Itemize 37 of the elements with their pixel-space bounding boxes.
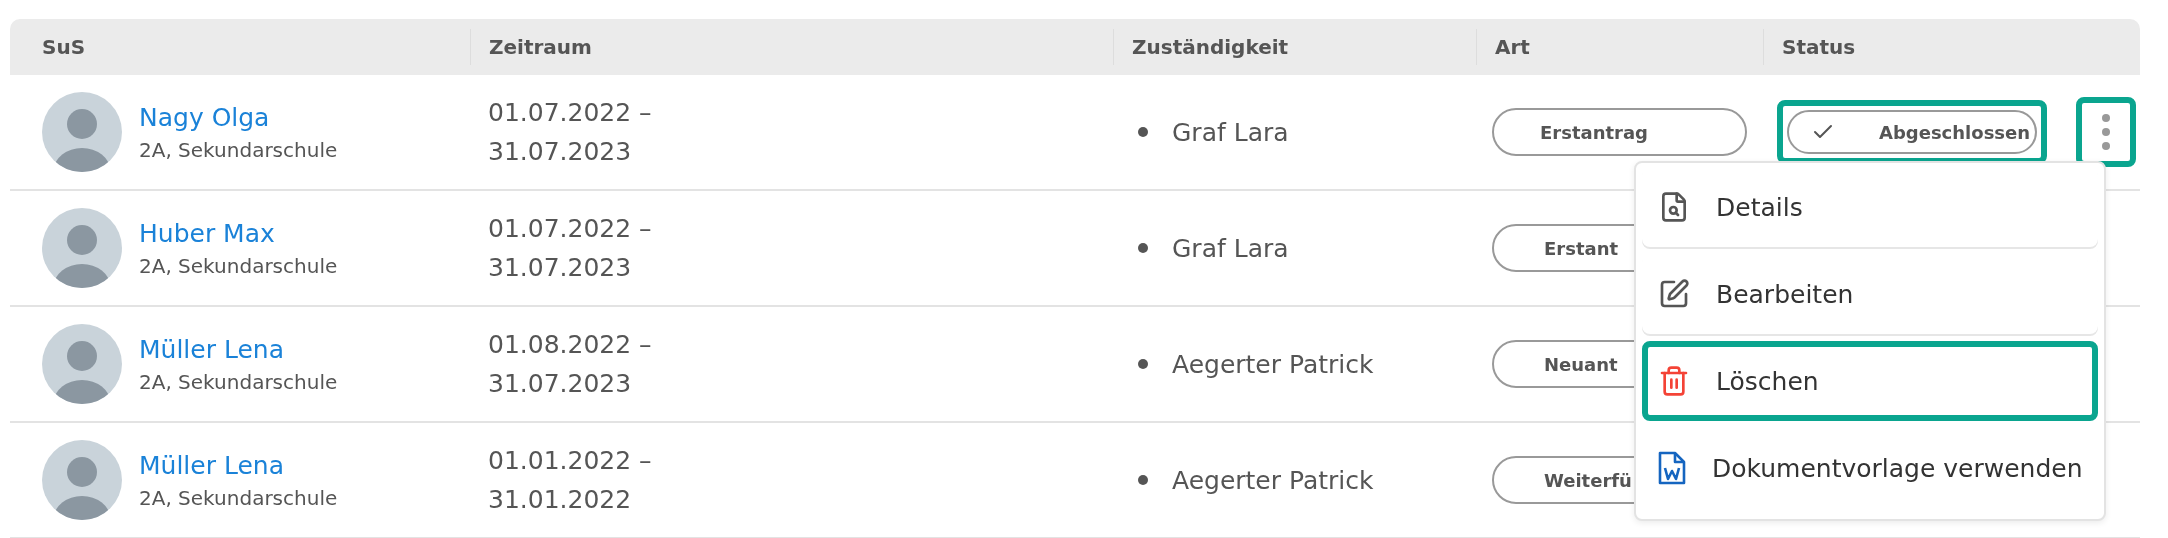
column-header: Art — [1476, 29, 1763, 65]
type-tag: Erstantrag — [1492, 108, 1747, 156]
class-label: 2A, Sekundarschule — [139, 369, 338, 394]
more-options-button[interactable] — [2076, 97, 2136, 167]
status-tag: Abgeschlossen — [1787, 110, 2037, 154]
end-date: 31.07.2023 — [488, 252, 633, 284]
column-header: Status — [1763, 29, 2140, 65]
class-label: 2A, Sekundarschule — [139, 485, 338, 510]
responsible-person: Aegerter Patrick — [1172, 349, 1374, 379]
class-label: 2A, Sekundarschule — [139, 253, 338, 278]
end-date: 31.07.2023 — [488, 136, 633, 168]
column-header: Zuständigkeit — [1113, 29, 1476, 65]
column-header: Zeitraum — [470, 29, 1113, 65]
bullet-icon — [1138, 243, 1148, 253]
start-date: 01.07.2022 – — [488, 213, 653, 245]
class-label: 2A, Sekundarschule — [139, 137, 338, 162]
menu-item[interactable]: Löschen — [1642, 341, 2098, 421]
responsible-person: Aegerter Patrick — [1172, 465, 1374, 495]
word-document-icon — [1658, 451, 1686, 485]
start-date: 01.07.2022 – — [488, 97, 653, 129]
bullet-icon — [1138, 127, 1148, 137]
bullet-icon — [1138, 475, 1148, 485]
start-date: 01.08.2022 – — [488, 329, 653, 361]
delete-icon — [1658, 365, 1690, 397]
responsible-person: Graf Lara — [1172, 233, 1289, 263]
student-name-link[interactable]: Müller Lena — [139, 450, 338, 480]
student-name-link[interactable]: Nagy Olga — [139, 102, 338, 132]
bullet-icon — [1138, 359, 1148, 369]
end-date: 31.07.2023 — [488, 368, 633, 400]
end-date: 31.01.2022 — [488, 484, 633, 516]
more-icon — [2102, 114, 2110, 150]
column-header: SuS — [41, 34, 87, 61]
edit-icon — [1658, 278, 1690, 310]
student-name-link[interactable]: Müller Lena — [139, 334, 338, 364]
student-name-link[interactable]: Huber Max — [139, 218, 338, 248]
start-date: 01.01.2022 – — [488, 445, 653, 477]
responsible-person: Graf Lara — [1172, 117, 1289, 147]
